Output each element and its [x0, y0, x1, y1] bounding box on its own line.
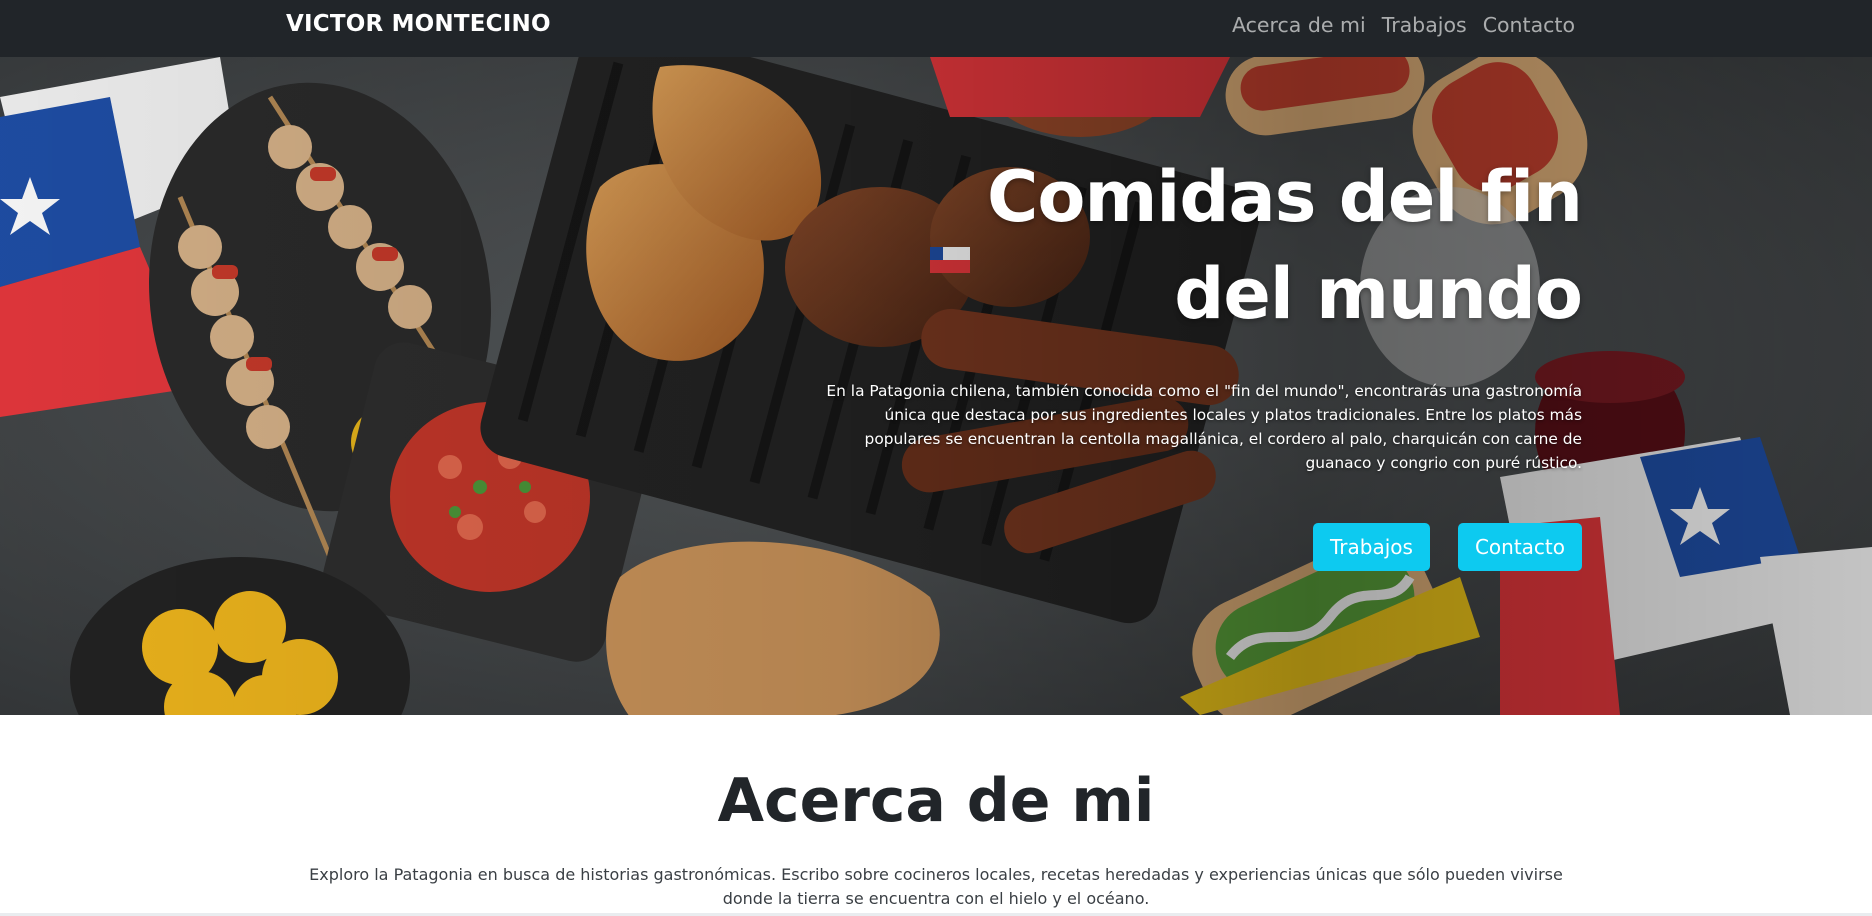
- contacto-button[interactable]: Contacto: [1457, 523, 1582, 571]
- nav-link-trabajos[interactable]: Trabajos: [1382, 13, 1467, 37]
- hero-title-line1: Comidas del fin: [986, 156, 1583, 238]
- hero-description: En la Patagonia chilena, también conocid…: [826, 382, 1582, 472]
- trabajos-button[interactable]: Trabajos: [1313, 523, 1430, 571]
- navbar: VICTOR MONTECINO Acerca de mi Trabajos C…: [0, 0, 1872, 57]
- about-text: Exploro la Patagonia en busca de histori…: [309, 865, 1563, 908]
- hero-title-line2: del mundo: [1174, 253, 1583, 335]
- brand-link[interactable]: VICTOR MONTECINO: [286, 11, 551, 37]
- nav-links: Acerca de mi Trabajos Contacto: [1232, 13, 1575, 37]
- about-title: Acerca de mi: [717, 766, 1155, 836]
- hero-section: Comidas del fin del mundo En la Patagoni…: [0, 57, 1872, 715]
- hero-buttons: Trabajos Contacto: [1313, 523, 1582, 571]
- nav-link-contacto[interactable]: Contacto: [1483, 13, 1575, 37]
- hero-title: Comidas del fin del mundo: [822, 149, 1583, 343]
- nav-link-acerca[interactable]: Acerca de mi: [1232, 13, 1366, 37]
